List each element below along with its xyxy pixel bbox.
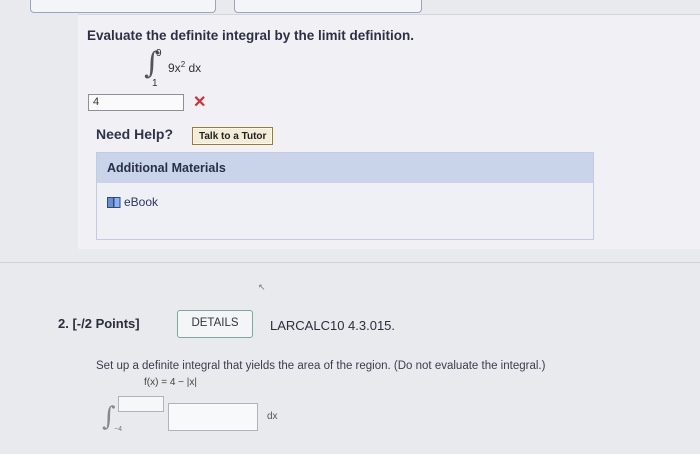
question1-prompt: Evaluate the definite integral by the li… — [87, 28, 415, 43]
integral-upper-limit: 9 — [156, 48, 162, 59]
integrand-differential: dx — [188, 61, 202, 75]
question2-label: 2. [-/2 Points] — [58, 316, 140, 331]
talk-to-tutor-button[interactable]: Talk to a Tutor — [192, 127, 274, 145]
additional-materials-header[interactable]: Additional Materials — [97, 153, 593, 183]
integral2-differential: dx — [267, 411, 278, 422]
top-tab-left[interactable] — [30, 0, 216, 13]
section-divider — [0, 262, 700, 263]
ebook-label: eBook — [124, 195, 159, 209]
ebook-link[interactable]: eBook — [107, 195, 158, 209]
book-icon — [107, 196, 121, 208]
details-button[interactable]: DETAILS — [177, 310, 253, 338]
upper-limit-input[interactable] — [118, 396, 164, 412]
additional-materials-panel: Additional Materials eBook — [96, 152, 594, 240]
integrand-exponent: 2 — [180, 60, 186, 69]
integrand: 9x2 dx — [168, 60, 201, 75]
question2-code: LARCALC10 4.3.015. — [270, 318, 396, 333]
integral-lower-limit: 1 — [152, 78, 158, 89]
top-tab-right[interactable] — [234, 0, 422, 13]
need-help-label: Need Help? — [96, 126, 174, 142]
function-definition: f(x) = 4 − |x| — [144, 377, 197, 388]
mouse-cursor-icon: ↖ — [258, 282, 266, 292]
integrand-base: 9x — [168, 61, 181, 75]
integrand-input[interactable] — [168, 403, 258, 431]
cross-icon: ✕ — [193, 94, 207, 111]
answer-input[interactable]: 4 — [88, 94, 184, 111]
question2-prompt: Set up a definite integral that yields t… — [96, 360, 546, 372]
integral-expression: ∫ 9 1 9x2 dx — [144, 46, 224, 92]
integral2-lower-limit: −4 — [114, 426, 122, 433]
